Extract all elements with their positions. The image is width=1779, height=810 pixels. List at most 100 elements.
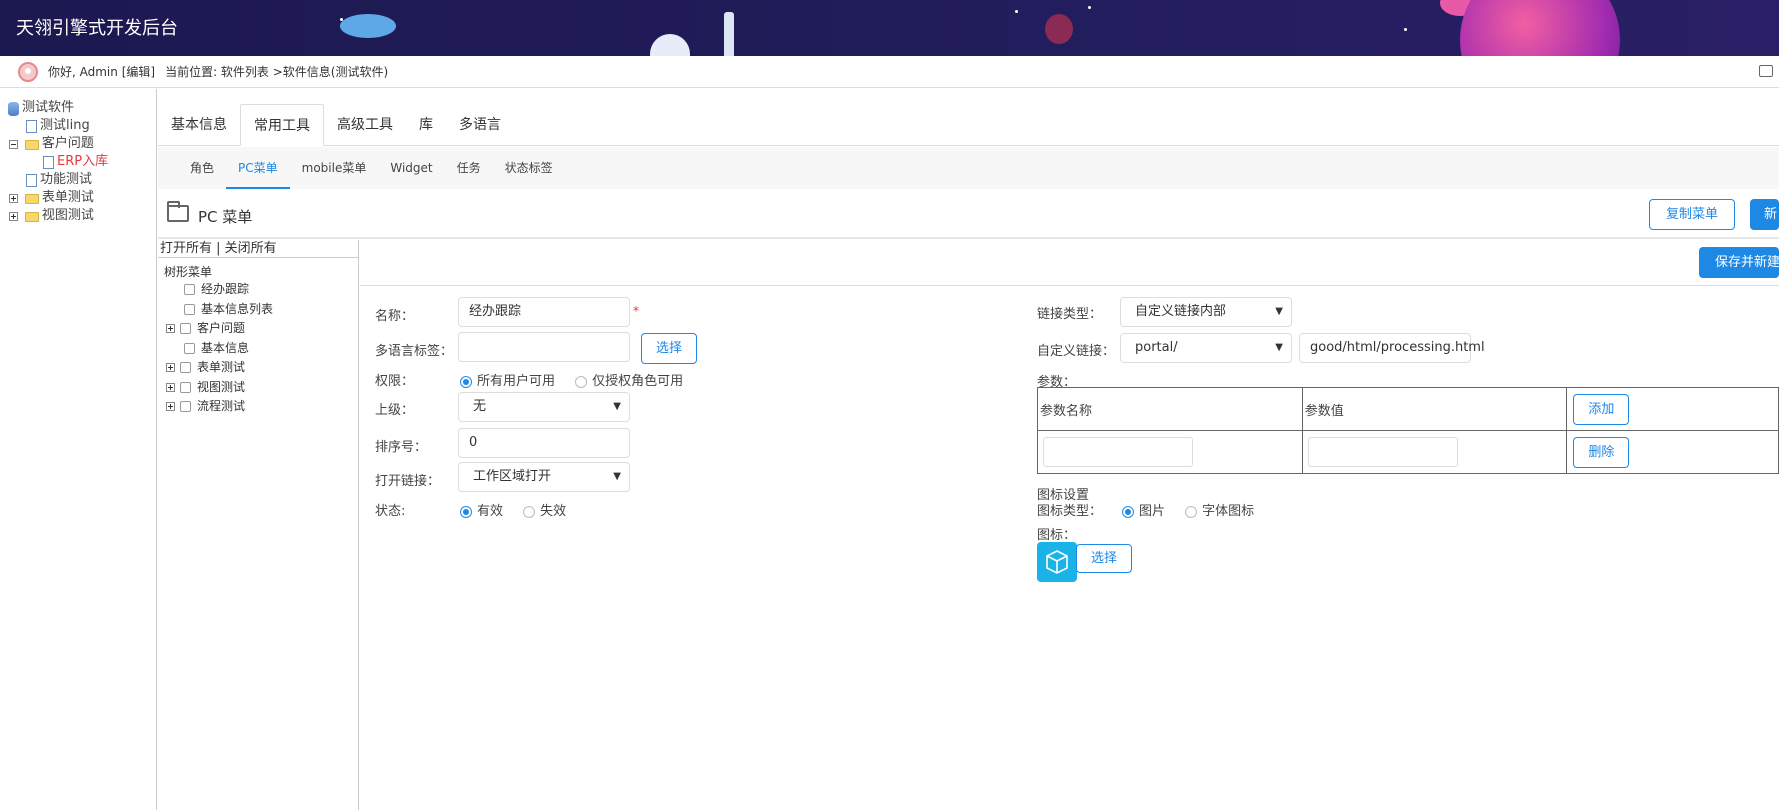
- radio-checked[interactable]: [460, 505, 472, 518]
- menu-tree-item[interactable]: 流程测试: [158, 397, 358, 417]
- radio-checked[interactable]: [460, 375, 472, 388]
- menu-tree-item[interactable]: 视图测试: [158, 378, 358, 398]
- custom-link-label: 自定义链接：: [1037, 344, 1116, 359]
- tab-library[interactable]: 库: [406, 104, 446, 146]
- airship-decoration: [340, 14, 396, 38]
- tree-ops-separator: |: [212, 241, 225, 256]
- param-name-input[interactable]: [1043, 437, 1193, 467]
- tree-node[interactable]: 客户问题: [0, 135, 156, 153]
- tree-node-active[interactable]: ERP入库: [0, 153, 156, 171]
- icon-type-option-image[interactable]: 图片: [1122, 504, 1165, 519]
- app-header: 天翎引擎式开发后台: [0, 0, 1779, 56]
- expand-icon[interactable]: [166, 382, 175, 392]
- checkbox[interactable]: [180, 381, 191, 393]
- expand-icon[interactable]: [9, 212, 18, 221]
- menu-tree-item[interactable]: 基本信息列表: [158, 300, 358, 320]
- dropdown-caret-icon: ▼: [613, 471, 621, 482]
- open-all-link[interactable]: 打开所有: [160, 241, 212, 256]
- copy-menu-button[interactable]: 复制菜单: [1649, 199, 1736, 230]
- document-icon: [26, 174, 37, 187]
- save-and-new-button[interactable]: 保存并新建: [1699, 247, 1779, 278]
- required-mark: *: [633, 304, 639, 318]
- tab-common-tools[interactable]: 常用工具: [240, 104, 324, 146]
- radio[interactable]: [523, 505, 536, 518]
- i18n-choose-button[interactable]: 选择: [641, 333, 698, 364]
- user-greeting[interactable]: 你好, Admin [编辑]: [48, 63, 155, 80]
- checkbox[interactable]: [184, 303, 195, 315]
- param-add-cell: 添加: [1566, 387, 1779, 431]
- folder-icon: [24, 193, 39, 204]
- parent-select[interactable]: 无 ▼: [458, 392, 630, 422]
- menu-item-label: 表单测试: [197, 360, 246, 374]
- radio[interactable]: [575, 375, 588, 388]
- dropdown-caret-icon: ▼: [1275, 306, 1283, 317]
- icon-type-option-font[interactable]: 字体图标: [1185, 504, 1254, 519]
- delete-param-button[interactable]: 删除: [1573, 436, 1630, 468]
- param-value-input[interactable]: [1307, 437, 1458, 467]
- tree-node-label: 功能测试: [40, 172, 93, 187]
- form-toolbar: 保存并新建: [360, 240, 1779, 286]
- tree-node[interactable]: 功能测试: [0, 171, 156, 189]
- dropdown-caret-icon: ▼: [1275, 342, 1283, 353]
- subtab-pc-menu[interactable]: PC菜单: [226, 147, 290, 189]
- avatar[interactable]: [18, 61, 38, 82]
- subtab-status-tags[interactable]: 状态标签: [493, 147, 565, 189]
- custom-link-input[interactable]: good/html/processing.html: [1299, 333, 1485, 363]
- custom-link-prefix-select[interactable]: portal/▼: [1120, 333, 1292, 363]
- new-button[interactable]: 新: [1750, 199, 1779, 230]
- checkbox[interactable]: [180, 323, 191, 334]
- menu-tree-root[interactable]: 树形菜单: [158, 264, 358, 280]
- checkbox[interactable]: [180, 401, 191, 412]
- menu-form: 保存并新建 名称： 经办跟踪 * 多语言标签： 选择 权限： 所有用户可用 仅授…: [360, 240, 1779, 810]
- document-icon: [26, 120, 37, 133]
- status-option-invalid[interactable]: 失效: [523, 504, 566, 519]
- tree-node[interactable]: 表单测试: [0, 189, 156, 207]
- radio-checked[interactable]: [1122, 505, 1134, 518]
- tab-multilanguage[interactable]: 多语言: [446, 104, 514, 146]
- subtab-widget[interactable]: Widget: [378, 147, 444, 189]
- subtab-mobile-menu[interactable]: mobile菜单: [290, 147, 379, 189]
- breadcrumb: 当前位置: 软件列表 >软件信息(测试软件): [165, 65, 389, 79]
- screen-icon[interactable]: [1759, 65, 1773, 77]
- expand-icon[interactable]: [166, 363, 175, 372]
- name-input[interactable]: 经办跟踪: [458, 297, 630, 327]
- dropdown-caret-icon: ▼: [613, 401, 621, 412]
- menu-tree-item[interactable]: 客户问题: [158, 319, 358, 339]
- expand-icon[interactable]: [9, 194, 18, 203]
- order-input[interactable]: 0: [458, 428, 630, 458]
- star-decoration: [1404, 28, 1407, 31]
- open-link-select[interactable]: 工作区域打开 ▼: [458, 462, 630, 492]
- subtab-tasks[interactable]: 任务: [445, 147, 493, 189]
- tab-advanced-tools[interactable]: 高级工具: [324, 104, 406, 146]
- param-name-cell: [1037, 430, 1303, 474]
- tower-decoration: [724, 12, 734, 56]
- checkbox[interactable]: [180, 362, 191, 373]
- database-icon: [8, 101, 19, 116]
- subtab-roles[interactable]: 角色: [178, 147, 226, 189]
- menu-tree-item[interactable]: 表单测试: [158, 358, 358, 378]
- main-panel: 基本信息 常用工具 高级工具 库 多语言 角色 PC菜单 mobile菜单 Wi…: [158, 89, 1779, 810]
- permission-label: 权限：: [375, 374, 415, 389]
- status-option-valid[interactable]: 有效: [460, 504, 503, 519]
- permission-option-role[interactable]: 仅授权角色可用: [575, 374, 683, 389]
- menu-tree-item[interactable]: 基本信息: [158, 339, 358, 359]
- tree-node-root[interactable]: 测试软件: [0, 99, 156, 117]
- cube-icon[interactable]: [1037, 542, 1077, 582]
- expand-icon[interactable]: [166, 402, 175, 411]
- menu-tree-item[interactable]: 经办跟踪: [158, 280, 358, 300]
- close-all-link[interactable]: 关闭所有: [225, 241, 277, 256]
- i18n-input[interactable]: [458, 332, 630, 362]
- add-param-button[interactable]: 添加: [1573, 393, 1630, 425]
- icon-choose-button[interactable]: 选择: [1076, 544, 1133, 573]
- tree-node[interactable]: 视图测试: [0, 207, 156, 225]
- tab-basic-info[interactable]: 基本信息: [158, 104, 240, 146]
- radio[interactable]: [1185, 505, 1198, 518]
- link-type-select[interactable]: 自定义链接内部 ▼: [1120, 297, 1292, 327]
- checkbox[interactable]: [184, 342, 195, 354]
- permission-option-all[interactable]: 所有用户可用: [460, 374, 555, 389]
- planet-decoration: [1045, 14, 1073, 44]
- expand-icon[interactable]: [166, 324, 175, 333]
- checkbox[interactable]: [184, 284, 195, 295]
- collapse-icon[interactable]: [9, 140, 18, 149]
- tree-node[interactable]: 测试ling: [0, 117, 156, 135]
